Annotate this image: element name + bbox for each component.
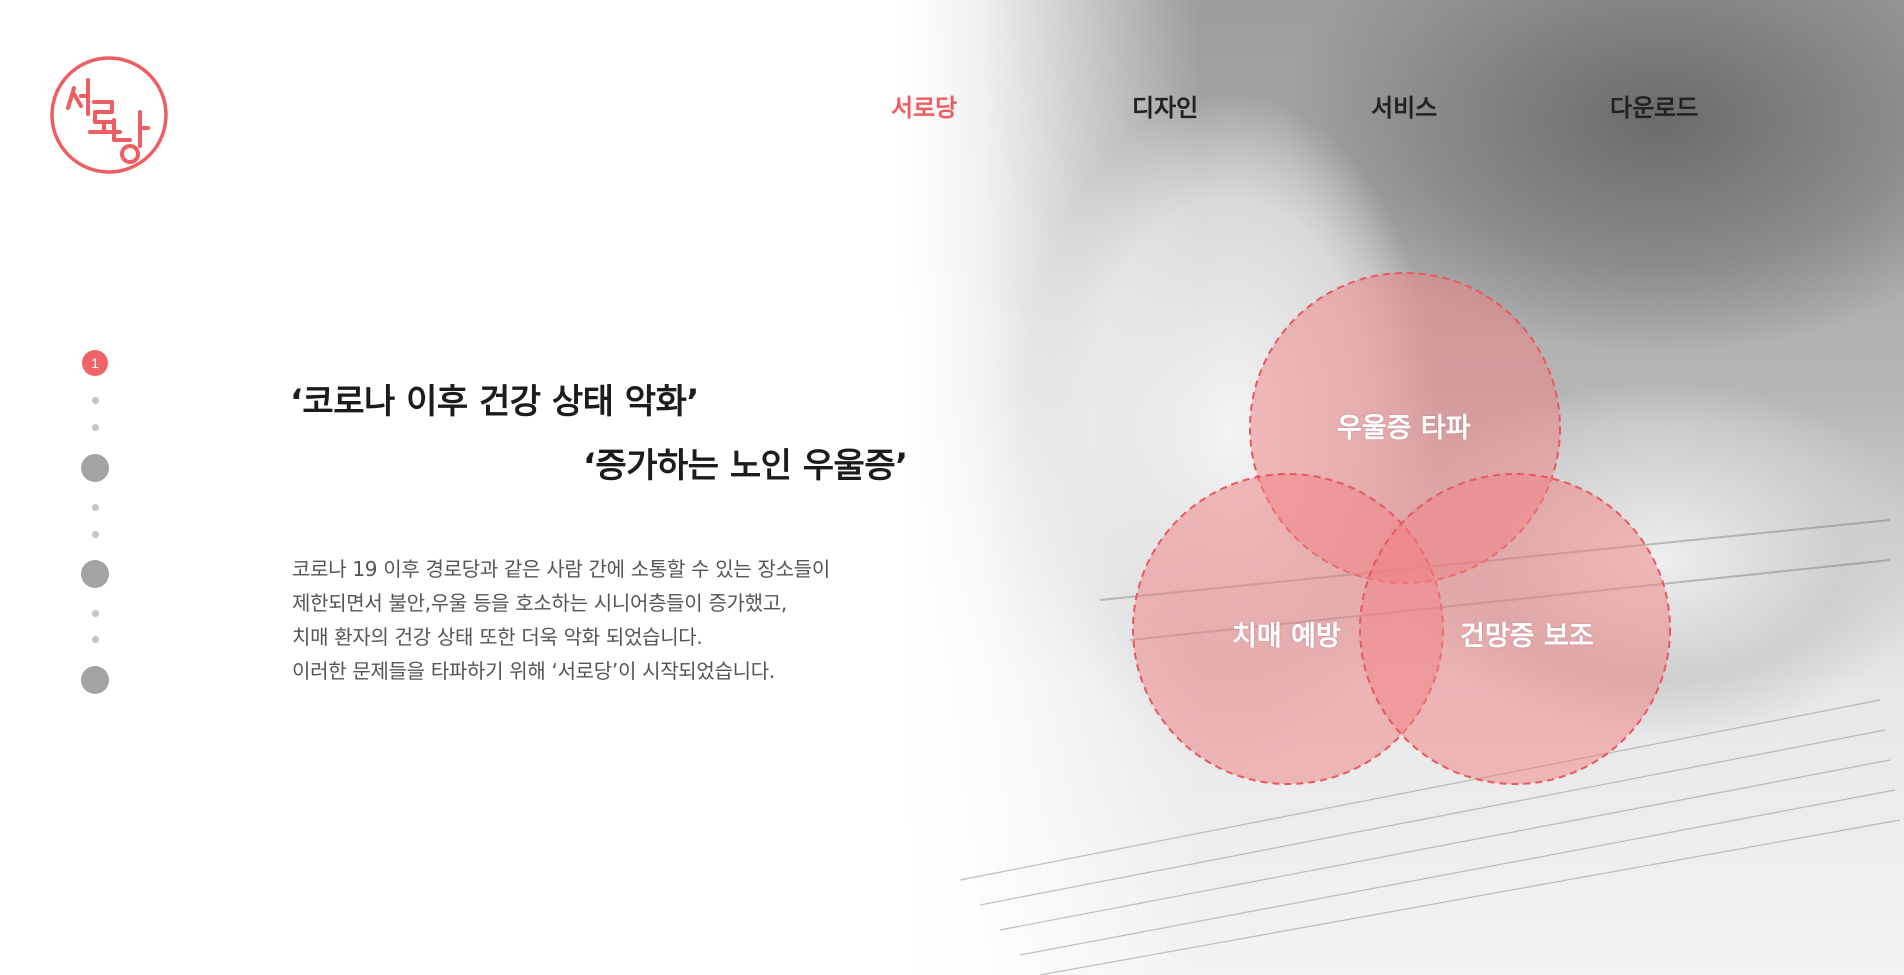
- intro-line: 이러한 문제들을 타파하기 위해 ‘서로당’이 시작되었습니다.: [292, 659, 775, 683]
- section-pager: 1: [80, 350, 110, 700]
- pager-separator-dot: [92, 636, 99, 643]
- pager-dot-2[interactable]: [81, 454, 109, 482]
- intro-line: 코로나 19 이후 경로당과 같은 사람 간에 소통할 수 있는 장소들이: [292, 557, 830, 581]
- main-nav: 서로당 디자인 서비스 다운로드: [0, 88, 1904, 122]
- pager-separator-dot: [92, 531, 99, 538]
- pager-dot-1[interactable]: 1: [82, 350, 108, 376]
- pager-separator-dot: [92, 424, 99, 431]
- headline-secondary: ‘증가하는 노인 우울증’: [583, 446, 908, 486]
- venn-circles: [1132, 272, 1671, 785]
- venn-label-dementia: 치매 예방: [1232, 621, 1341, 652]
- pager-dot-3[interactable]: [81, 560, 109, 588]
- headline-primary: ‘코로나 이후 건강 상태 악화’: [290, 382, 699, 422]
- intro-line: 치매 환자의 건강 상태 또한 더욱 악화 되었습니다.: [292, 625, 703, 649]
- venn-label-depression: 우울증 타파: [1337, 413, 1471, 444]
- intro-line: 제한되면서 불안,우울 등을 호소하는 시니어층들이 증가했고,: [292, 591, 787, 615]
- nav-item-design[interactable]: 디자인: [1132, 88, 1198, 123]
- intro-paragraph: 코로나 19 이후 경로당과 같은 사람 간에 소통할 수 있는 장소들이 제한…: [292, 552, 932, 688]
- pager-separator-dot: [92, 610, 99, 617]
- nav-item-download[interactable]: 다운로드: [1610, 88, 1698, 123]
- venn-diagram: 우울증 타파 치매 예방 건망증 보조: [1130, 268, 1680, 788]
- venn-label-forgetfulness: 건망증 보조: [1460, 621, 1594, 652]
- nav-item-service[interactable]: 서비스: [1371, 88, 1437, 123]
- pager-separator-dot: [92, 397, 99, 404]
- pager-dot-4[interactable]: [81, 666, 109, 694]
- nav-item-seorodang[interactable]: 서로당: [891, 88, 957, 123]
- pager-separator-dot: [92, 504, 99, 511]
